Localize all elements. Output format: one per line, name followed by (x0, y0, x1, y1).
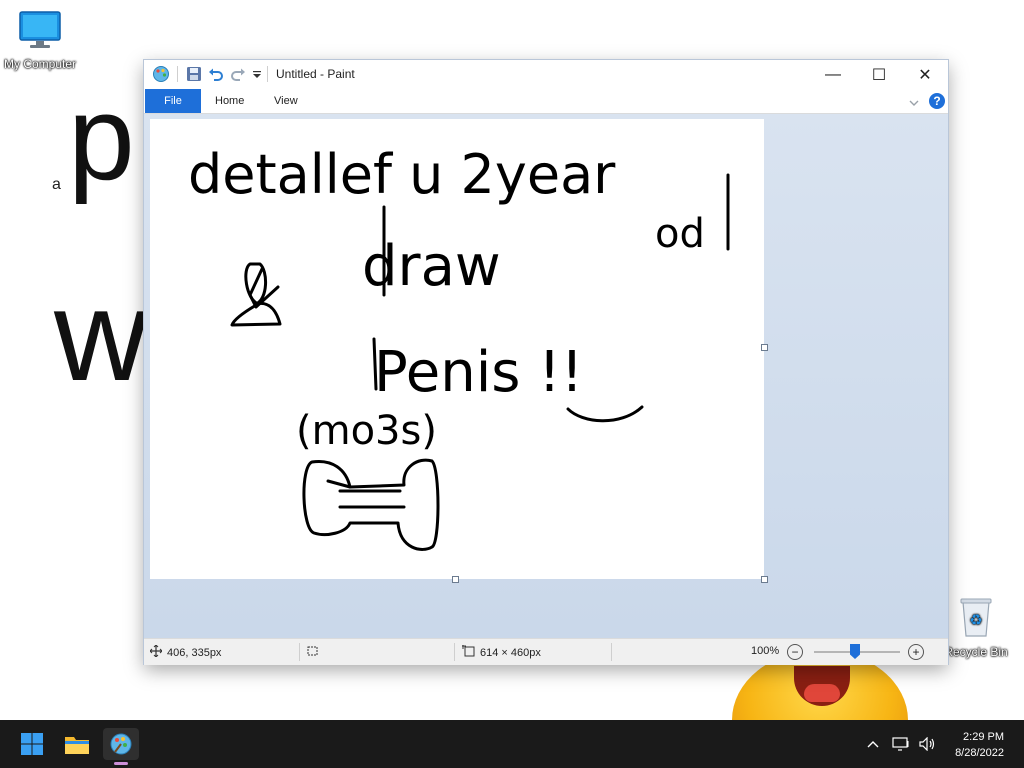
tab-view[interactable]: View (274, 89, 298, 113)
emoji-tongue (804, 684, 840, 702)
freehand-drawing: detallef u 2year od draw Penis !! (mo3s) (188, 143, 730, 551)
volume-icon[interactable] (918, 720, 936, 768)
resize-handle-corner[interactable] (761, 576, 768, 583)
zoom-level: 100% (751, 645, 779, 657)
paint-icon[interactable] (103, 728, 139, 760)
svg-text:♻: ♻ (969, 611, 982, 629)
zoom-slider-thumb[interactable] (850, 644, 860, 659)
status-bar: 406, 335px 614 × 460px 100% − + (144, 638, 948, 665)
drawing-text-line-1: detallef u 2year (188, 143, 616, 206)
undo-icon[interactable] (208, 66, 224, 82)
resize-handle-bottom[interactable] (452, 576, 459, 583)
paint-app-icon[interactable] (152, 66, 170, 82)
close-button[interactable]: ✕ (902, 60, 948, 89)
maximize-button[interactable]: ☐ (856, 60, 902, 89)
minimize-button[interactable]: — (810, 60, 856, 89)
network-icon[interactable] (892, 720, 910, 768)
selection-icon (306, 645, 319, 660)
ribbon-tabs: File Home View ? (144, 89, 948, 114)
canvas-size-icon (462, 645, 475, 660)
wallpaper-letter-a: a (52, 176, 61, 193)
clock-date: 8/28/2022 (955, 747, 1004, 759)
quick-access-separator (177, 66, 178, 82)
tab-home[interactable]: Home (215, 89, 244, 113)
drawing-text-od: od (655, 211, 705, 257)
window-title: Untitled - Paint (276, 67, 355, 81)
drawing-canvas[interactable]: detallef u 2year od draw Penis !! (mo3s) (150, 119, 764, 579)
status-separator (299, 643, 300, 661)
selection-size (306, 645, 319, 660)
tab-file[interactable]: File (145, 89, 201, 113)
maximize-icon: ☐ (871, 66, 887, 84)
zoom-in-button[interactable]: + (908, 644, 924, 660)
zoom-out-icon: − (791, 645, 799, 659)
desktop-icon-my-computer[interactable]: My Computer (0, 10, 80, 71)
monitor-icon (0, 10, 80, 53)
desktop-icon-label: My Computer (3, 57, 77, 71)
canvas-size: 614 × 460px (462, 645, 541, 660)
canvas-workspace[interactable]: detallef u 2year od draw Penis !! (mo3s) (144, 114, 948, 638)
redo-icon[interactable] (230, 66, 246, 82)
save-icon[interactable] (186, 66, 202, 82)
status-separator (611, 643, 612, 661)
clock-time: 2:29 PM (963, 731, 1004, 743)
desktop-icon-recycle-bin[interactable]: ♻ Recycle Bin (940, 596, 1012, 659)
zoom-out-button[interactable]: − (787, 644, 803, 660)
close-icon: ✕ (918, 66, 932, 84)
wallpaper-letter-w: w (54, 262, 148, 408)
taskbar: 2:29 PM 8/28/2022 (0, 720, 1024, 768)
drawing-text-parenthetical: (mo3s) (296, 408, 437, 454)
canvas-size-value: 614 × 460px (480, 646, 541, 659)
active-app-indicator (114, 762, 128, 765)
drawing-text-penis: Penis !! (374, 340, 583, 405)
desktop-icon-label: Recycle Bin (944, 645, 1008, 659)
file-explorer-icon[interactable] (59, 728, 95, 760)
cursor-position: 406, 335px (149, 644, 222, 660)
customize-dropdown-icon[interactable] (252, 66, 262, 82)
title-bar[interactable]: Untitled - Paint — ☐ ✕ (144, 60, 948, 89)
zoom-in-icon: + (912, 645, 920, 659)
quick-access-separator (267, 66, 268, 82)
minimize-icon: — (825, 65, 841, 83)
help-icon: ? (933, 94, 941, 108)
recycle-bin-icon: ♻ (940, 596, 1012, 641)
windows-start-icon[interactable] (14, 728, 50, 760)
collapse-ribbon-chevron-icon[interactable] (909, 95, 919, 113)
system-clock[interactable]: 2:29 PM 8/28/2022 (955, 729, 1004, 761)
wallpaper-letter-p: p (68, 71, 135, 205)
paint-window: Untitled - Paint — ☐ ✕ File Home View ? … (144, 60, 948, 665)
cursor-position-value: 406, 335px (167, 646, 222, 659)
help-button[interactable]: ? (929, 93, 945, 109)
move-cursor-icon (149, 644, 163, 660)
status-separator (454, 643, 455, 661)
drawing-text-draw: draw (362, 234, 501, 299)
zoom-level-value: 100% (751, 645, 780, 657)
show-hidden-icons-chevron-icon[interactable] (866, 720, 880, 768)
resize-handle-right[interactable] (761, 344, 768, 351)
